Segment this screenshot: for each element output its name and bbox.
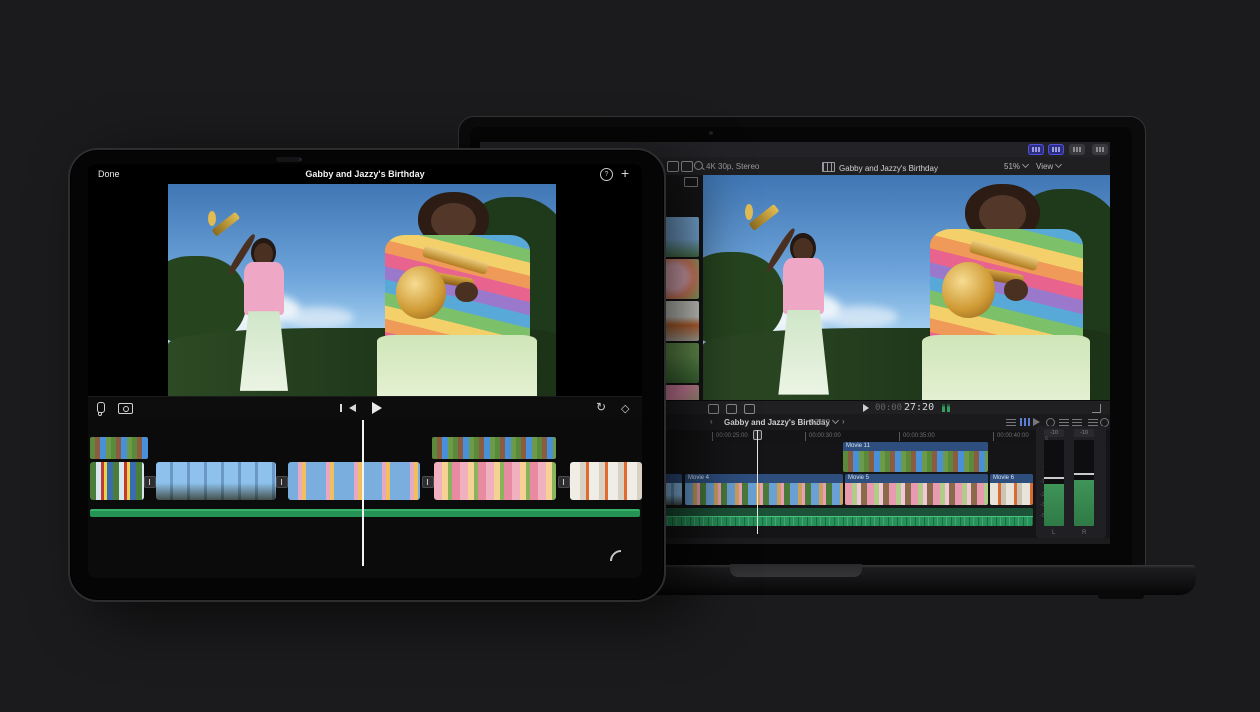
timecode: 27:20 xyxy=(904,402,934,413)
project-duration: 57:22 xyxy=(810,418,830,427)
ipad-project-title: Gabby and Jazzy's Birthday xyxy=(215,169,515,179)
ipad-viewer xyxy=(168,184,556,396)
camera-icon[interactable] xyxy=(118,403,133,414)
timeline-clip[interactable] xyxy=(288,462,420,500)
main-clip-movie-4[interactable]: Movie 4 xyxy=(685,474,843,505)
channel-label-right: R xyxy=(1082,530,1086,536)
effects-icon[interactable] xyxy=(744,404,755,414)
peak-value-right: -10 xyxy=(1074,429,1094,437)
fullscreen-icon[interactable] xyxy=(1092,404,1101,413)
ipad-top-bar: Done Gabby and Jazzy's Birthday ? + xyxy=(88,164,642,184)
play-icon[interactable] xyxy=(863,404,869,412)
filmstrip-icon xyxy=(822,162,835,172)
skimming-icon[interactable] xyxy=(1020,418,1030,426)
macbook-foot xyxy=(1098,592,1144,599)
audio-meter-mini-left[interactable] xyxy=(942,404,945,412)
viewer-view-dropdown[interactable]: View xyxy=(1036,162,1061,171)
chevron-down-icon xyxy=(1022,161,1029,168)
marker-icon[interactable] xyxy=(1006,418,1016,426)
transition-icon[interactable] xyxy=(558,476,570,488)
timeline-clip[interactable] xyxy=(570,462,642,500)
photos-audio-toggle-icon[interactable] xyxy=(1048,144,1064,155)
ipad-screen: Done Gabby and Jazzy's Birthday ? + xyxy=(88,164,642,578)
timeline-clip[interactable] xyxy=(90,462,144,500)
transition-icon[interactable] xyxy=(144,476,156,488)
color-correction-icon[interactable] xyxy=(726,404,737,414)
share-icon[interactable] xyxy=(1092,144,1108,155)
ruler-tick: 00:00:35:00 xyxy=(899,432,935,441)
media-browser-toggle-icon[interactable] xyxy=(1028,144,1044,155)
skip-to-start-icon[interactable] xyxy=(349,404,356,412)
crop-icon[interactable] xyxy=(708,404,719,414)
girl-left xyxy=(756,220,850,400)
ruler-tick: 00:00:40:00 xyxy=(993,432,1029,441)
project-title: Gabby and Jazzy's Birthday xyxy=(775,162,985,173)
overlay-clip[interactable] xyxy=(432,437,556,459)
audio-meter-mini-right[interactable] xyxy=(947,404,950,412)
transition-icon[interactable] xyxy=(422,476,434,488)
music-track[interactable] xyxy=(90,509,640,517)
girl-left xyxy=(218,226,307,396)
ipad-control-bar: ↺ ◇ xyxy=(88,396,642,421)
ruler-tick: 00:00:30:00 xyxy=(805,432,841,441)
meter-bar-left xyxy=(1044,440,1064,526)
ipad-front-camera xyxy=(299,158,302,161)
add-media-icon[interactable]: + xyxy=(621,165,629,181)
video-frame xyxy=(168,184,556,396)
hero-scene: d 4K 30p, Stereo Gabby and Jazzy's Birth… xyxy=(0,0,1260,712)
search-icon[interactable] xyxy=(694,161,703,170)
microphone-icon[interactable] xyxy=(97,402,105,413)
media-badge-icon[interactable] xyxy=(681,161,693,172)
play-icon[interactable] xyxy=(372,402,382,414)
ruler-tick: 00:00:25:00 xyxy=(712,432,748,441)
timeline-clip[interactable] xyxy=(434,462,556,500)
main-clip-movie-6[interactable]: Movie 6 xyxy=(990,474,1033,505)
timeline-clip[interactable] xyxy=(156,462,276,500)
video-frame xyxy=(703,175,1110,400)
done-button[interactable]: Done xyxy=(98,169,120,179)
screen-reflection xyxy=(605,545,636,576)
ipad-body: Done Gabby and Jazzy's Birthday ? + xyxy=(68,148,666,602)
girl-right xyxy=(370,192,556,396)
connected-clip-movie-11[interactable]: Movie 11 xyxy=(843,442,988,472)
main-clip-movie-5[interactable]: Movie 5 xyxy=(845,474,988,505)
mac-viewer xyxy=(703,175,1110,400)
camera-import-icon[interactable] xyxy=(667,161,679,172)
chevron-down-icon xyxy=(832,417,839,424)
ipad-playhead[interactable] xyxy=(362,420,364,566)
project-settings-icon[interactable]: ◇ xyxy=(621,402,629,415)
playhead[interactable] xyxy=(757,430,758,534)
timeline-index-icon[interactable] xyxy=(1088,418,1098,426)
titles-generators-toggle-icon[interactable] xyxy=(1069,144,1085,155)
meter-bar-right xyxy=(1074,440,1094,526)
macbook-camera-dot xyxy=(709,131,713,135)
next-project-icon[interactable]: › xyxy=(842,417,845,426)
undo-icon[interactable]: ↺ xyxy=(596,400,606,414)
audio-meters-panel: -10 -10 6 0 -6 -12 -20 -30 -50 L R xyxy=(1036,426,1106,538)
chevron-down-icon xyxy=(1055,161,1062,168)
project-format-info: 4K 30p, Stereo xyxy=(706,162,759,171)
filmstrip-view-icon[interactable] xyxy=(684,177,698,187)
clip-appearance-icon[interactable] xyxy=(1072,418,1082,426)
prev-project-icon[interactable]: ‹ xyxy=(710,417,713,426)
macbook-lid-groove xyxy=(730,564,862,577)
girl-right xyxy=(915,184,1110,400)
overlay-clip[interactable] xyxy=(90,437,148,459)
channel-label-left: L xyxy=(1052,530,1055,536)
help-icon[interactable]: ? xyxy=(600,168,613,181)
ipad-timeline xyxy=(88,420,642,578)
audio-skimming-icon[interactable] xyxy=(1033,418,1040,426)
viewer-zoom-dropdown[interactable]: 51% xyxy=(1004,162,1028,171)
timecode-hours: 00:00 xyxy=(875,403,902,413)
music-clip[interactable] xyxy=(645,508,1033,526)
transition-icon[interactable] xyxy=(276,476,288,488)
snapping-icon[interactable] xyxy=(1059,418,1069,426)
